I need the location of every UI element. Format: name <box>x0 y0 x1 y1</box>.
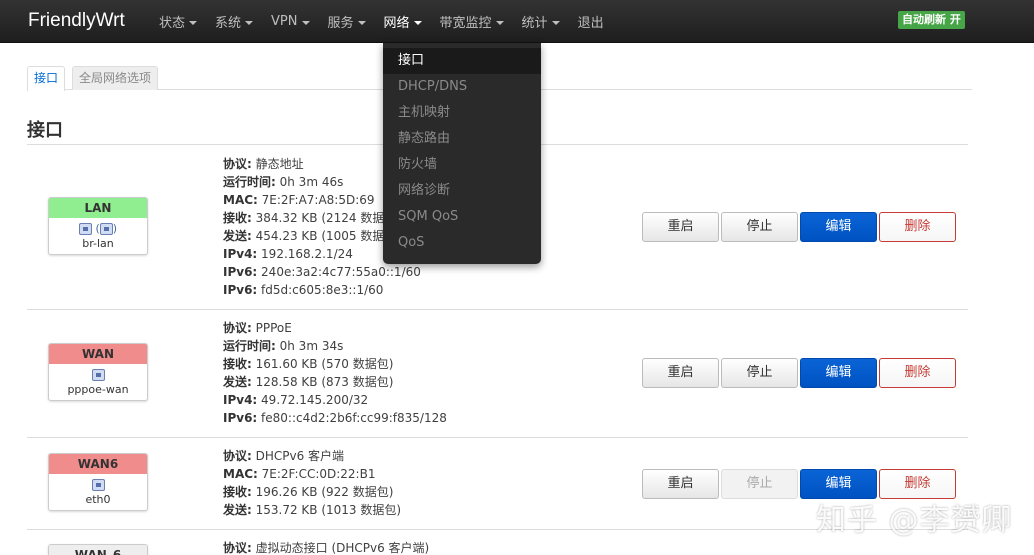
top-navbar: FriendlyWrt 状态 系统 VPN 服务 网络 带宽监控 统计 退出 自… <box>0 0 1034 43</box>
caret-down-icon <box>301 20 310 25</box>
caret-down-icon <box>245 20 254 25</box>
auto-refresh-toggle[interactable]: 自动刷新 开 <box>898 11 965 29</box>
interface-device: pppoe-wan <box>67 383 129 396</box>
menu-network[interactable]: 网络 <box>375 0 431 43</box>
ethernet-port-icon <box>78 223 92 235</box>
interface-row-wan: WAN pppoe-wan 协议: PPPoE 运行时间: 0h 3m 34s … <box>27 309 968 437</box>
interface-badge-lan: LAN () br-lan <box>48 197 148 255</box>
interface-device: eth0 <box>85 493 111 506</box>
menu-statistics[interactable]: 统计 <box>513 0 569 43</box>
detail-line: 协议: DHCPv6 客户端 <box>223 449 345 463</box>
menu-vpn[interactable]: VPN <box>262 0 318 43</box>
detail-line: 接收: 161.60 KB (570 数据包) <box>223 357 394 371</box>
menu-logout[interactable]: 退出 <box>569 0 613 43</box>
detail-line: IPv6: fd5d:c605:8e3::1/60 <box>223 283 384 297</box>
restart-button[interactable]: 重启 <box>642 358 719 388</box>
detail-line: IPv6: 240e:3a2:4c77:55a0::1/60 <box>223 265 421 279</box>
interface-name: WAN6 <box>49 454 147 474</box>
detail-line: IPv6: fe80::c4d2:2b6f:cc99:f835/128 <box>223 411 447 425</box>
network-device-icon <box>91 369 105 381</box>
caret-down-icon <box>551 20 560 25</box>
menu-bandwidth[interactable]: 带宽监控 <box>431 0 513 43</box>
menu-services[interactable]: 服务 <box>319 0 375 43</box>
detail-line: 接收: 196.26 KB (922 数据包) <box>223 485 394 499</box>
detail-line: 运行时间: 0h 3m 34s <box>223 339 344 353</box>
interface-details: 协议: 虚拟动态接口 (DHCPv6 客户端) <box>223 539 429 555</box>
edit-button[interactable]: 编辑 <box>800 358 877 388</box>
interface-device: br-lan <box>82 237 114 250</box>
delete-button[interactable]: 删除 <box>879 212 956 242</box>
network-dropdown-menu: 接口 DHCP/DNS 主机映射 静态路由 防火墙 网络诊断 SQM QoS Q… <box>383 43 541 264</box>
menu-system[interactable]: 系统 <box>206 0 262 43</box>
detail-line: 发送: 128.58 KB (873 数据包) <box>223 375 394 389</box>
detail-line: 发送: 153.72 KB (1013 数据包) <box>223 503 402 517</box>
main-menu: 状态 系统 VPN 服务 网络 带宽监控 统计 退出 <box>150 0 613 43</box>
dropdown-item-qos[interactable]: QoS <box>383 230 541 256</box>
bridge-port-icon <box>99 223 113 235</box>
watermark: 知乎 @李赟卿 <box>816 503 1013 538</box>
menu-status[interactable]: 状态 <box>150 0 206 43</box>
dropdown-item-sqm-qos[interactable]: SQM QoS <box>383 204 541 230</box>
interface-badge-wan-6: WAN_6 <box>48 544 148 555</box>
caret-down-icon <box>413 20 422 25</box>
tab-global-network-options[interactable]: 全局网络选项 <box>72 66 159 90</box>
caret-down-icon <box>495 20 504 25</box>
detail-line: 协议: 虚拟动态接口 (DHCPv6 客户端) <box>223 541 430 555</box>
dropdown-item-interfaces[interactable]: 接口 <box>383 48 541 74</box>
detail-line: MAC: 7E:2F:CC:0D:22:B1 <box>223 467 376 481</box>
restart-button[interactable]: 重启 <box>642 212 719 242</box>
dropdown-item-diagnostics[interactable]: 网络诊断 <box>383 178 541 204</box>
caret-down-icon <box>189 20 198 25</box>
interface-badge-wan: WAN pppoe-wan <box>48 343 148 401</box>
dropdown-item-static-routes[interactable]: 静态路由 <box>383 126 541 152</box>
caret-down-icon <box>357 20 366 25</box>
interface-details: 协议: DHCPv6 客户端 MAC: 7E:2F:CC:0D:22:B1 接收… <box>223 447 401 519</box>
dropdown-item-firewall[interactable]: 防火墙 <box>383 152 541 178</box>
restart-button[interactable]: 重启 <box>642 469 719 499</box>
ethernet-port-icon <box>91 479 105 491</box>
stop-button: 停止 <box>721 469 798 499</box>
delete-button[interactable]: 删除 <box>879 358 956 388</box>
dropdown-item-dhcp-dns[interactable]: DHCP/DNS <box>383 74 541 100</box>
interface-name: WAN <box>49 344 147 364</box>
interface-name: LAN <box>49 198 147 218</box>
detail-line: 协议: PPPoE <box>223 321 292 335</box>
stop-button[interactable]: 停止 <box>721 358 798 388</box>
interface-name: WAN_6 <box>49 545 147 555</box>
interface-badge-wan6: WAN6 eth0 <box>48 453 148 511</box>
dropdown-item-hostnames[interactable]: 主机映射 <box>383 100 541 126</box>
stop-button[interactable]: 停止 <box>721 212 798 242</box>
edit-button[interactable]: 编辑 <box>800 212 877 242</box>
detail-line: IPv4: 49.72.145.200/32 <box>223 393 369 407</box>
tab-interfaces[interactable]: 接口 <box>27 66 66 91</box>
brand-logo[interactable]: FriendlyWrt <box>28 10 125 32</box>
page-title: 接口 <box>27 120 63 141</box>
interface-details: 协议: PPPoE 运行时间: 0h 3m 34s 接收: 161.60 KB … <box>223 319 447 427</box>
